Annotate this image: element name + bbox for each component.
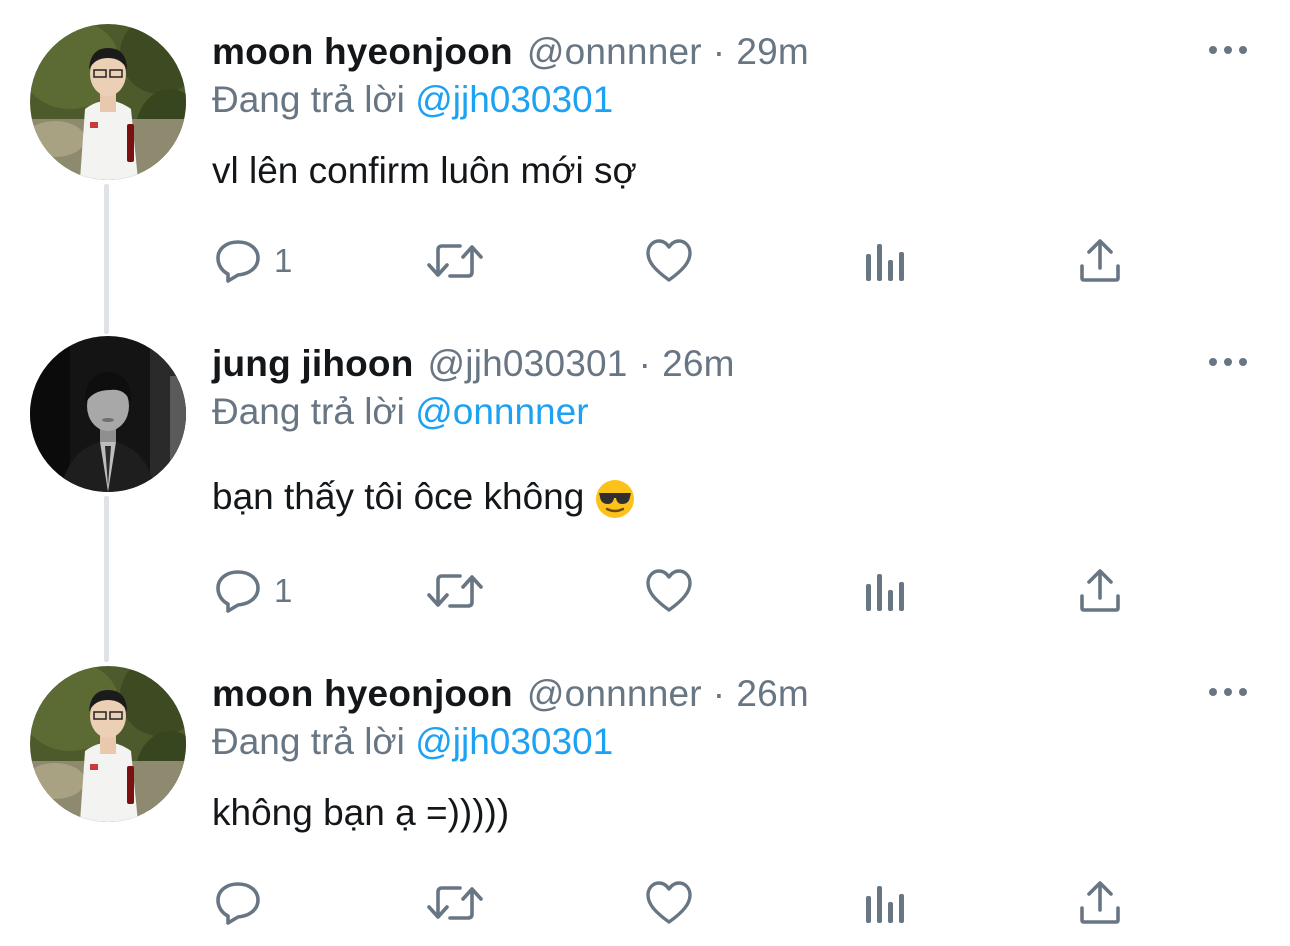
display-name[interactable]: jung jihoon	[212, 343, 414, 385]
avatar[interactable]	[30, 666, 186, 822]
replying-prefix: Đang trả lời	[212, 391, 405, 432]
timestamp[interactable]: 26m	[662, 343, 735, 385]
reply-button[interactable]: 1	[214, 236, 292, 286]
reply-icon	[216, 882, 260, 925]
display-name[interactable]: moon hyeonjoon	[212, 31, 513, 73]
retweet-button[interactable]	[426, 566, 484, 616]
action-bar	[0, 878, 1290, 928]
tweet[interactable]: moon hyeonjoon @onnnner · 29m Đang trả l…	[0, 24, 1290, 314]
share-icon	[1080, 881, 1120, 924]
timestamp[interactable]: 26m	[736, 673, 809, 715]
replying-to-line: Đang trả lời @jjh030301	[212, 721, 613, 763]
action-bar: 1	[0, 236, 1290, 286]
separator-dot: ·	[638, 343, 652, 384]
like-button[interactable]	[645, 566, 693, 616]
tweet-text-container: bạn thấy tôi ôce không	[212, 476, 636, 520]
tweet[interactable]: moon hyeonjoon @onnnner · 26m Đang trả l…	[0, 666, 1290, 946]
display-name[interactable]: moon hyeonjoon	[212, 673, 513, 715]
heart-icon	[646, 239, 692, 282]
timestamp[interactable]: 29m	[736, 31, 809, 73]
heart-icon	[646, 569, 692, 612]
avatar[interactable]	[30, 24, 186, 180]
username-handle[interactable]: @onnnner	[527, 673, 702, 715]
separator-dot: ·	[712, 673, 726, 714]
replying-prefix: Đang trả lời	[212, 79, 405, 120]
reply-count: 1	[274, 242, 293, 279]
action-bar: 1	[0, 566, 1290, 616]
like-button[interactable]	[645, 236, 693, 286]
tweet-text: không bạn ạ =)))))	[212, 792, 510, 833]
tweet[interactable]: jung jihoon @jjh030301 · 26m Đang trả lờ…	[0, 336, 1290, 636]
sunglasses-emoji-icon	[596, 480, 635, 519]
mention-link[interactable]: @jjh030301	[415, 79, 613, 120]
tweet-header: moon hyeonjoon @onnnner · 29m	[212, 24, 809, 80]
retweet-icon	[427, 574, 483, 608]
share-button[interactable]	[1078, 236, 1122, 286]
analytics-icon	[866, 886, 904, 923]
analytics-icon	[866, 574, 904, 611]
mention-link[interactable]: @jjh030301	[415, 721, 613, 762]
heart-icon	[646, 881, 692, 924]
more-icon[interactable]	[1208, 350, 1248, 374]
reply-icon	[216, 240, 260, 283]
separator-dot: ·	[712, 31, 726, 72]
tweet-text: vl lên confirm luôn mới sợ	[212, 150, 637, 191]
like-button[interactable]	[645, 878, 693, 928]
avatar[interactable]	[30, 336, 186, 492]
share-button[interactable]	[1078, 566, 1122, 616]
retweet-button[interactable]	[426, 236, 484, 286]
mention-link[interactable]: @onnnner	[415, 391, 588, 432]
retweet-button[interactable]	[426, 878, 484, 928]
replying-to-line: Đang trả lời @jjh030301	[212, 79, 613, 121]
tweet-header: moon hyeonjoon @onnnner · 26m	[212, 666, 809, 722]
reply-button[interactable]: 1	[214, 566, 292, 616]
share-button[interactable]	[1078, 878, 1122, 928]
tweet-text: bạn thấy tôi ôce không	[212, 476, 585, 517]
analytics-button[interactable]	[864, 236, 906, 286]
replying-to-line: Đang trả lời @onnnner	[212, 391, 589, 433]
share-icon	[1080, 239, 1120, 282]
more-icon[interactable]	[1208, 680, 1248, 704]
retweet-icon	[427, 886, 483, 920]
reply-button[interactable]	[214, 878, 274, 928]
tweet-header: jung jihoon @jjh030301 · 26m	[212, 336, 735, 392]
share-icon	[1080, 569, 1120, 612]
analytics-icon	[866, 244, 904, 281]
retweet-icon	[427, 244, 483, 278]
reply-count: 1	[274, 572, 293, 609]
analytics-button[interactable]	[864, 878, 906, 928]
username-handle[interactable]: @onnnner	[527, 31, 702, 73]
more-icon[interactable]	[1208, 38, 1248, 62]
replying-prefix: Đang trả lời	[212, 721, 405, 762]
reply-icon	[216, 570, 260, 613]
analytics-button[interactable]	[864, 566, 906, 616]
username-handle[interactable]: @jjh030301	[428, 343, 628, 385]
